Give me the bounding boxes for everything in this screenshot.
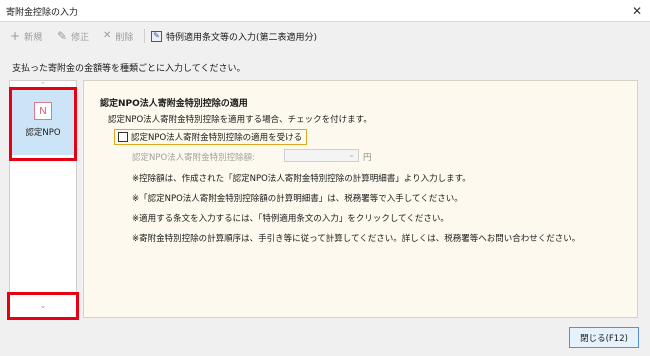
deduction-amount-unit: 円 xyxy=(363,153,372,163)
delete-button[interactable]: ✕ 削除 xyxy=(103,28,133,44)
toolbar-divider xyxy=(144,29,145,43)
close-icon[interactable]: ✕ xyxy=(624,0,650,22)
npo-deduction-panel: 認定NPO法人寄附金特別控除の適用 認定NPO法人寄附金特別控除を適用する場合、… xyxy=(83,80,638,318)
pencil-icon: ✎ xyxy=(57,29,68,43)
note-2: ※「認定NPO法人寄附金特別控除額の計算明細書」は、税務署等で入手してください。 xyxy=(132,194,463,204)
special-provision-button[interactable]: ✎ 特例適用条文等の入力(第二表適用分) xyxy=(151,28,317,44)
note-4: ※寄附金特別控除の計算順序は、手引き等に従って計算してください。詳しくは、税務署… xyxy=(132,234,581,244)
toolbar: + 新規 ✎ 修正 ✕ 削除 ✎ 特例適用条文等の入力(第二表適用分) xyxy=(0,22,650,50)
title-bar: 寄附金控除の入力 ✕ xyxy=(0,0,650,22)
category-sidebar: ⌃ N 認定NPO ⌄ xyxy=(9,80,77,318)
edit-box-icon: ✎ xyxy=(151,30,162,42)
apply-deduction-checkbox[interactable]: 認定NPO法人寄附金特別控除の適用を受ける xyxy=(114,129,308,145)
note-3: ※適用する条文を入力するには、「特例適用条文の入力」をクリックしてください。 xyxy=(132,214,449,224)
scroll-down-icon[interactable]: ⌄ xyxy=(10,295,76,315)
instruction-text: 支払った寄附金の金額等を種類ごとに入力してください。 xyxy=(12,64,246,74)
deduction-amount-select[interactable]: ⌄ xyxy=(284,149,359,162)
edit-button-label: 修正 xyxy=(71,32,90,43)
window-title: 寄附金控除の入力 xyxy=(6,8,79,18)
new-button[interactable]: + 新規 xyxy=(10,28,42,44)
close-button[interactable]: 閉じる(F12) xyxy=(569,327,639,348)
edit-button[interactable]: ✎ 修正 xyxy=(57,28,89,44)
scroll-up-icon[interactable]: ⌃ xyxy=(10,81,76,89)
plus-icon: + xyxy=(10,29,21,43)
delete-button-label: 削除 xyxy=(115,32,134,43)
note-1: ※控除額は、作成された「認定NPO法人寄附金特別控除の計算明細書」より入力します… xyxy=(132,174,471,184)
chevron-down-icon: ⌄ xyxy=(348,150,355,159)
x-icon: ✕ xyxy=(103,30,112,41)
special-provision-label: 特例適用条文等の入力(第二表適用分) xyxy=(166,32,318,43)
new-button-label: 新規 xyxy=(24,32,43,43)
npo-icon: N xyxy=(34,102,52,120)
sidebar-item-label: 認定NPO xyxy=(25,128,61,138)
checkbox-box[interactable] xyxy=(118,132,128,142)
sidebar-item-npo[interactable]: N 認定NPO xyxy=(10,89,76,155)
section-title: 認定NPO法人寄附金特別控除の適用 xyxy=(100,99,248,109)
deduction-amount-label: 認定NPO法人寄附金特別控除額: xyxy=(132,153,256,163)
checkbox-label: 認定NPO法人寄附金特別控除の適用を受ける xyxy=(131,133,303,143)
section-description: 認定NPO法人寄附金特別控除を適用する場合、チェックを付けます。 xyxy=(108,115,372,125)
